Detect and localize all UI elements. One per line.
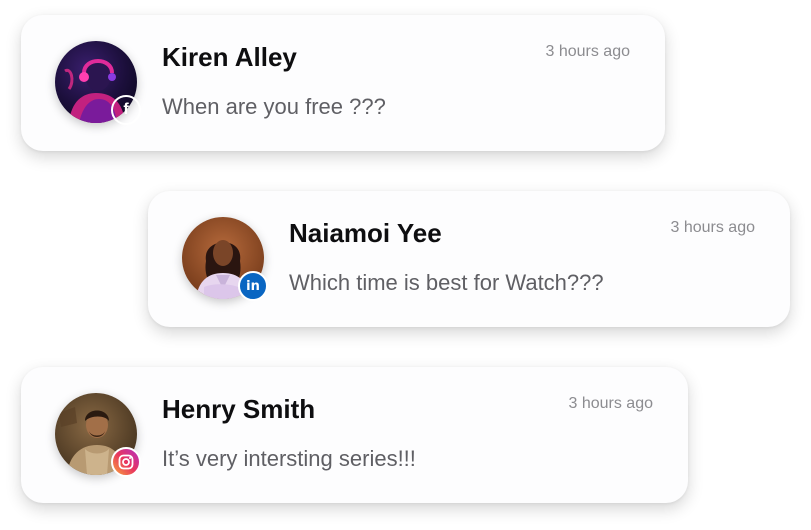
message-timestamp: 3 hours ago <box>568 395 653 412</box>
message-card[interactable]: Henry Smith 3 hours ago It’s very inters… <box>21 367 688 503</box>
avatar-container: in <box>182 217 268 301</box>
avatar-container: f <box>55 41 141 125</box>
message-text: When are you free ??? <box>162 94 386 119</box>
message-timestamp: 3 hours ago <box>670 219 755 236</box>
avatar-container <box>55 393 141 477</box>
sender-name: Kiren Alley <box>162 42 297 72</box>
message-text: Which time is best for Watch??? <box>289 270 604 295</box>
message-text: It’s very intersting series!!! <box>162 446 416 471</box>
sender-name: Naiamoi Yee <box>289 218 442 248</box>
message-card[interactable]: in Naiamoi Yee 3 hours ago Which time is… <box>148 191 790 327</box>
linkedin-icon[interactable]: in <box>238 271 268 301</box>
sender-name: Henry Smith <box>162 394 316 424</box>
facebook-icon[interactable]: f <box>111 95 141 125</box>
message-card[interactable]: f Kiren Alley 3 hours ago When are you f… <box>21 15 665 151</box>
message-timestamp: 3 hours ago <box>545 43 630 60</box>
instagram-icon[interactable] <box>111 447 141 477</box>
